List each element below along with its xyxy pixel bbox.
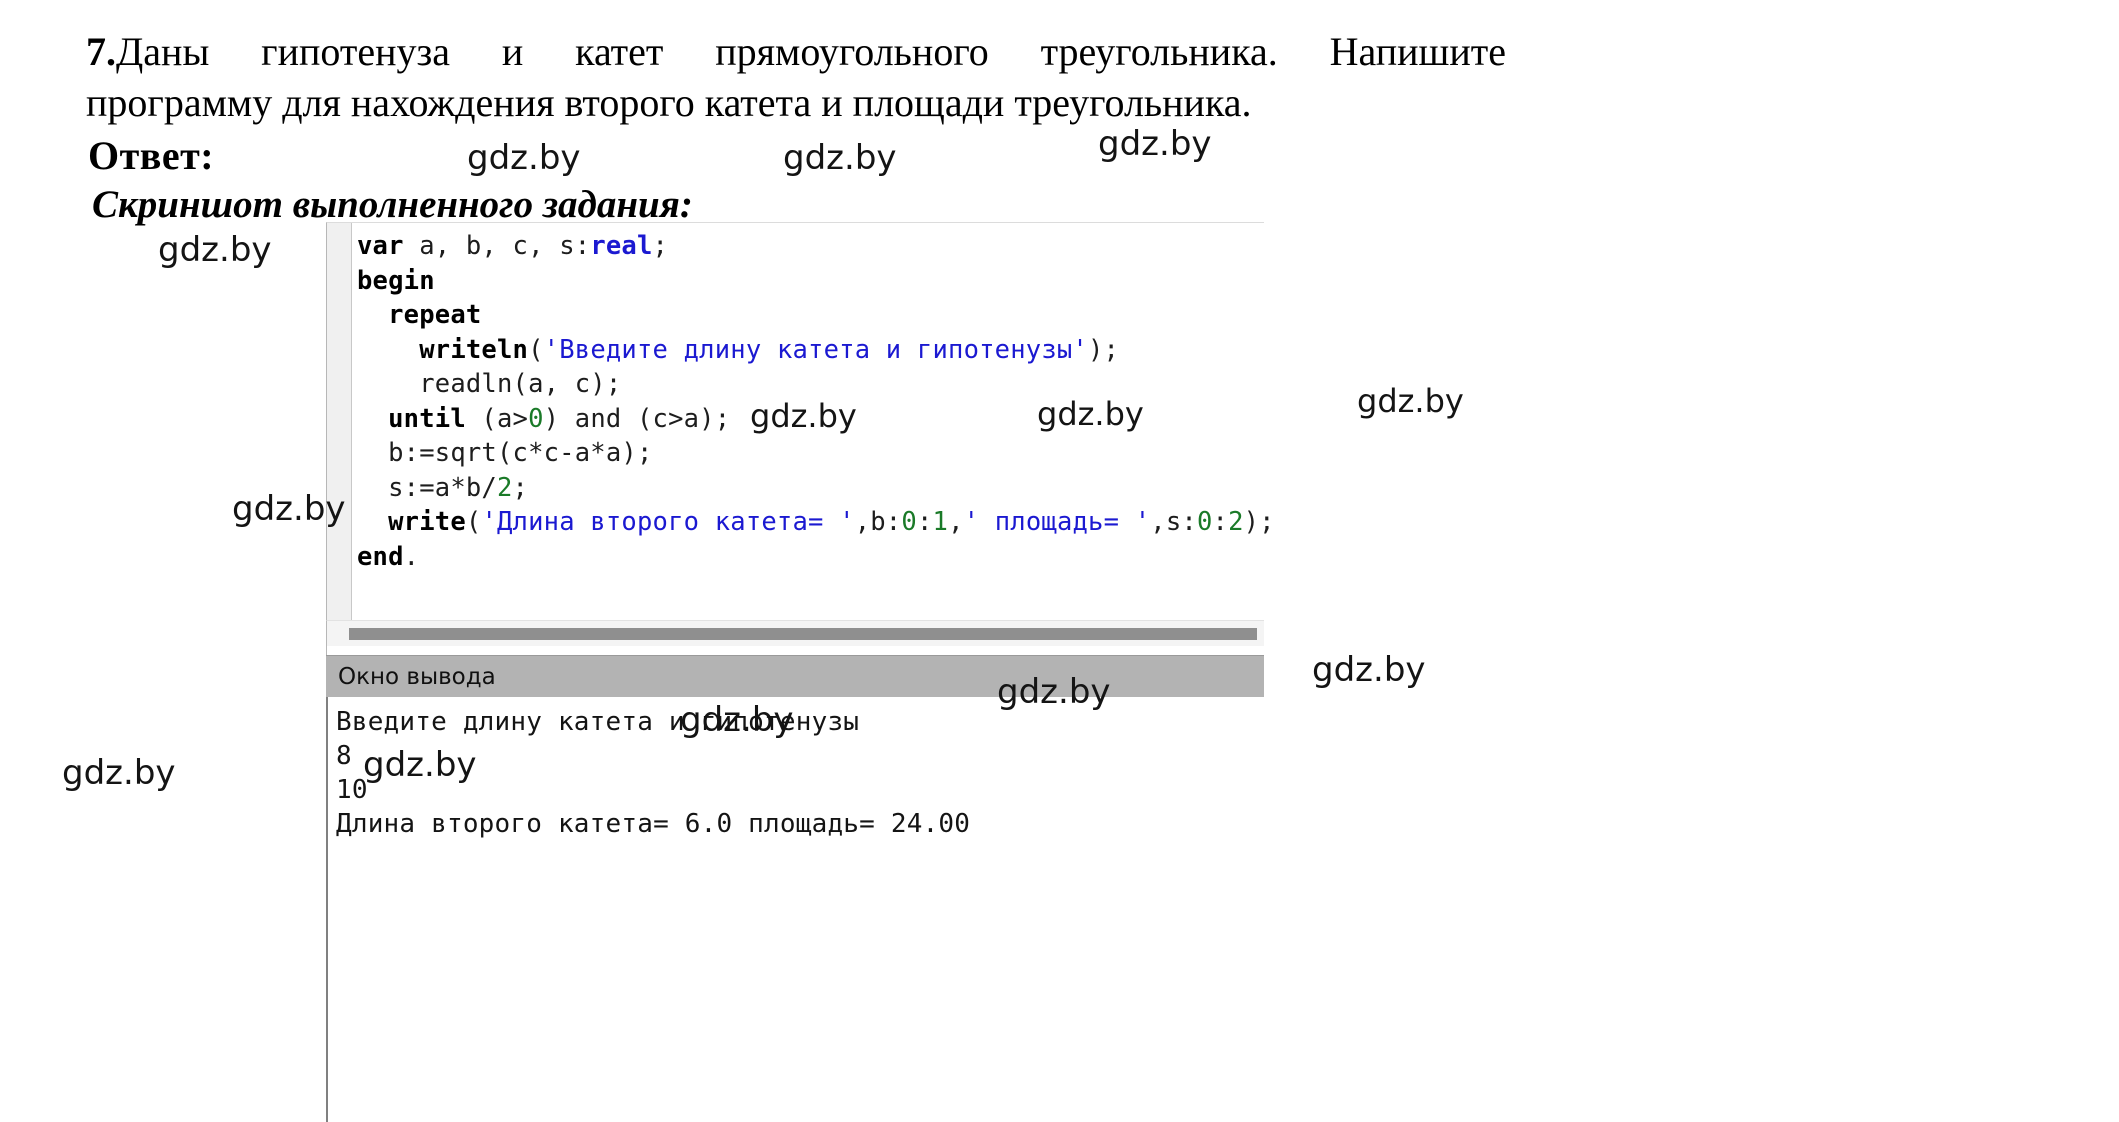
token-number-s-precision: 2 xyxy=(1228,507,1244,537)
token-until-cond-head: (a> xyxy=(465,403,529,434)
token-statement-assign-b: b:=sqrt(c*c-a*a); xyxy=(388,438,653,468)
token-keyword-end: end xyxy=(357,541,404,572)
token-string-area: ' площадь= ' xyxy=(963,507,1151,537)
token-number-b-precision: 1 xyxy=(932,507,949,537)
watermark-gdz: gdz.by xyxy=(158,230,272,270)
watermark-gdz: gdz.by xyxy=(363,745,477,785)
token-var-declaration: a, b, c, s: xyxy=(403,231,591,261)
token-statement-assign-s-head: s:=a*b/ xyxy=(388,472,497,503)
task-text-block: 7.Даны гипотенуза и катет прямоугольного… xyxy=(86,26,1506,128)
watermark-gdz: gdz.by xyxy=(997,672,1111,712)
answer-label: Ответ: xyxy=(88,133,215,178)
editor-bottom-edge xyxy=(326,646,1265,655)
output-window: Окно вывода Введите длину катета и гипот… xyxy=(326,655,1264,1122)
watermark-gdz: gdz.by xyxy=(62,753,176,793)
token-write-colon-2: : xyxy=(1212,507,1229,537)
token-write-sep-2: , xyxy=(948,507,964,537)
token-paren-close-2: ); xyxy=(1243,507,1275,537)
watermark-gdz: gdz.by xyxy=(467,138,581,178)
token-write-sep-3: ,s: xyxy=(1150,507,1197,537)
watermark-gdz: gdz.by xyxy=(1357,382,1464,420)
token-type-real: real xyxy=(590,231,653,261)
task-text-line-2: программу для нахождения второго катета … xyxy=(86,80,1252,126)
token-end-dot: . xyxy=(403,541,420,572)
watermark-gdz: gdz.by xyxy=(1098,124,1212,164)
token-string-leg: 'Длина второго катета= ' xyxy=(481,507,855,537)
token-number-zero: 0 xyxy=(528,403,544,434)
editor-scrollbar-thumb[interactable] xyxy=(349,628,1257,640)
token-write-sep-1: ,b: xyxy=(854,507,902,537)
token-number-s-width: 0 xyxy=(1196,507,1213,537)
token-write-colon-1: : xyxy=(916,507,933,537)
token-keyword-begin: begin xyxy=(357,265,435,296)
watermark-gdz: gdz.by xyxy=(1037,395,1144,433)
token-semicolon-1: ; xyxy=(652,231,669,261)
task-number: 7. xyxy=(86,29,116,74)
task-text-line-1-body: Даны гипотенуза и катет прямоугольного т… xyxy=(116,29,1506,74)
output-window-titlebar[interactable]: Окно вывода xyxy=(326,655,1264,698)
token-string-prompt: 'Введите длину катета и гипотенузы' xyxy=(543,334,1088,365)
task-text-line-1: 7.Даны гипотенуза и катет прямоугольного… xyxy=(86,26,1506,77)
screenshot-caption: Скриншот выполненного задания: xyxy=(92,183,693,226)
token-paren-open-2: ( xyxy=(465,507,482,537)
watermark-gdz: gdz.by xyxy=(783,138,897,178)
token-keyword-repeat: repeat xyxy=(388,300,482,330)
token-keyword-until: until xyxy=(388,403,466,434)
token-statement-readln: readln(a, c); xyxy=(419,369,622,399)
editor-gutter xyxy=(327,223,352,620)
token-function-writeln: writeln xyxy=(419,334,529,365)
token-until-cond-tail: ) and (c>a); xyxy=(543,403,731,434)
watermark-gdz: gdz.by xyxy=(232,489,346,529)
watermark-gdz: gdz.by xyxy=(1312,650,1426,690)
token-function-write: write xyxy=(388,507,466,537)
token-paren-close-1: ); xyxy=(1088,334,1120,365)
output-window-title: Окно вывода xyxy=(338,664,496,690)
token-statement-assign-s-tail: ; xyxy=(512,472,529,503)
token-keyword-var: var xyxy=(357,231,404,261)
token-number-b-width: 0 xyxy=(901,507,917,537)
editor-horizontal-scrollbar[interactable] xyxy=(326,620,1264,646)
token-number-two: 2 xyxy=(496,472,513,503)
watermark-gdz: gdz.by xyxy=(680,700,794,740)
token-paren-open-1: ( xyxy=(528,334,544,365)
watermark-gdz: gdz.by xyxy=(750,397,857,435)
